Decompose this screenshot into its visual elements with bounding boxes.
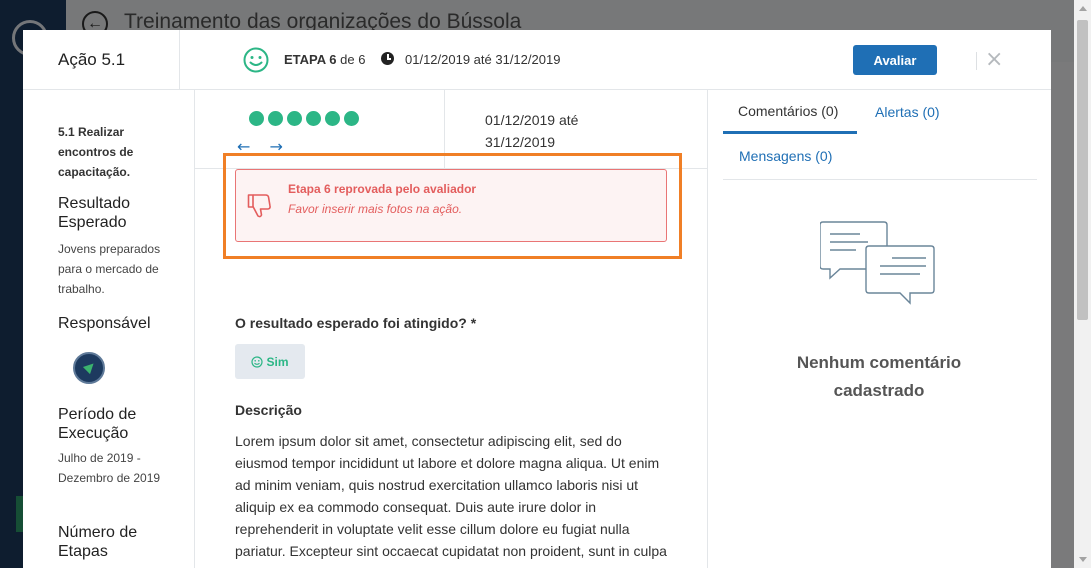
chat-bubbles-icon (820, 221, 935, 305)
tab-alerts[interactable]: Alertas (0) (875, 104, 940, 120)
rejection-alert: Etapa 6 reprovada pelo avaliador Favor i… (235, 169, 667, 242)
comments-panel: Comentários (0) Alertas (0) Mensagens (0… (708, 90, 1051, 568)
scroll-up-icon[interactable] (1079, 6, 1087, 11)
header-dates: 01/12/2019 até 31/12/2019 (405, 52, 561, 67)
scroll-down-icon[interactable] (1079, 557, 1087, 562)
steps-count-heading: Número de Etapas (58, 524, 138, 560)
etapa-of: de 6 (340, 52, 366, 67)
expected-result-heading: Resultado Esperado (58, 195, 131, 231)
avatar[interactable] (73, 352, 105, 384)
step-detail-column: ← → 01/12/2019 até 31/12/2019 Etapa 6 re… (195, 90, 708, 568)
step-dates: 01/12/2019 até 31/12/2019 (485, 112, 579, 150)
modal-header: Ação 5.1 ETAPA 6 de 6 01/12/2019 até 31/… (23, 30, 1051, 90)
active-tab-indicator (723, 131, 857, 134)
alert-title: Etapa 6 reprovada pelo avaliador (288, 182, 477, 196)
description-heading: Descrição (235, 402, 302, 418)
step-dot[interactable] (287, 111, 302, 126)
step-dot[interactable] (268, 111, 283, 126)
evaluate-button[interactable]: Avaliar (853, 45, 937, 75)
close-separator (976, 52, 977, 70)
smiley-icon (243, 47, 269, 73)
action-description: 5.1 Realizar encontros de capacitação. (58, 125, 134, 179)
action-info-column: 5.1 Realizar encontros de capacitação. R… (23, 90, 195, 568)
etapa-indicator: ETAPA 6 de 6 (284, 52, 365, 67)
thumbs-down-icon (247, 194, 271, 218)
etapa-label: ETAPA 6 (284, 52, 337, 67)
responsible-heading: Responsável (58, 315, 151, 332)
execution-period-text: Julho de 2019 - Dezembro de 2019 (58, 451, 161, 485)
smile-icon (251, 355, 264, 368)
clock-icon (381, 52, 394, 65)
action-modal: Ação 5.1 ETAPA 6 de 6 01/12/2019 até 31/… (23, 30, 1051, 568)
tab-messages[interactable]: Mensagens (0) (739, 148, 832, 164)
expected-result-text: Jovens preparados para o mercado de trab… (58, 242, 161, 296)
step-dot[interactable] (306, 111, 321, 126)
tabs-divider (723, 179, 1037, 180)
tab-comments[interactable]: Comentários (0) (738, 103, 838, 119)
scroll-thumb[interactable] (1077, 20, 1088, 320)
action-title: Ação 5.1 (58, 50, 126, 69)
alert-message: Favor inserir mais fotos na ação. (288, 202, 463, 216)
page-scrollbar[interactable] (1074, 0, 1091, 568)
step-progress-dots (249, 111, 359, 126)
answer-yes-label: Sim (266, 354, 289, 369)
answer-yes-button[interactable]: Sim (235, 344, 305, 379)
step-dot[interactable] (344, 111, 359, 126)
step-dot[interactable] (325, 111, 340, 126)
result-question: O resultado esperado foi atingido? * (235, 315, 477, 331)
description-text: Lorem ipsum dolor sit amet, consectetur … (235, 433, 667, 568)
execution-period-heading: Período de Execução (58, 406, 137, 442)
empty-comments-message: Nenhum comentário cadastrado (796, 353, 962, 400)
step-dot[interactable] (249, 111, 264, 126)
close-icon[interactable]: × (985, 47, 1003, 73)
header-divider (179, 30, 180, 90)
